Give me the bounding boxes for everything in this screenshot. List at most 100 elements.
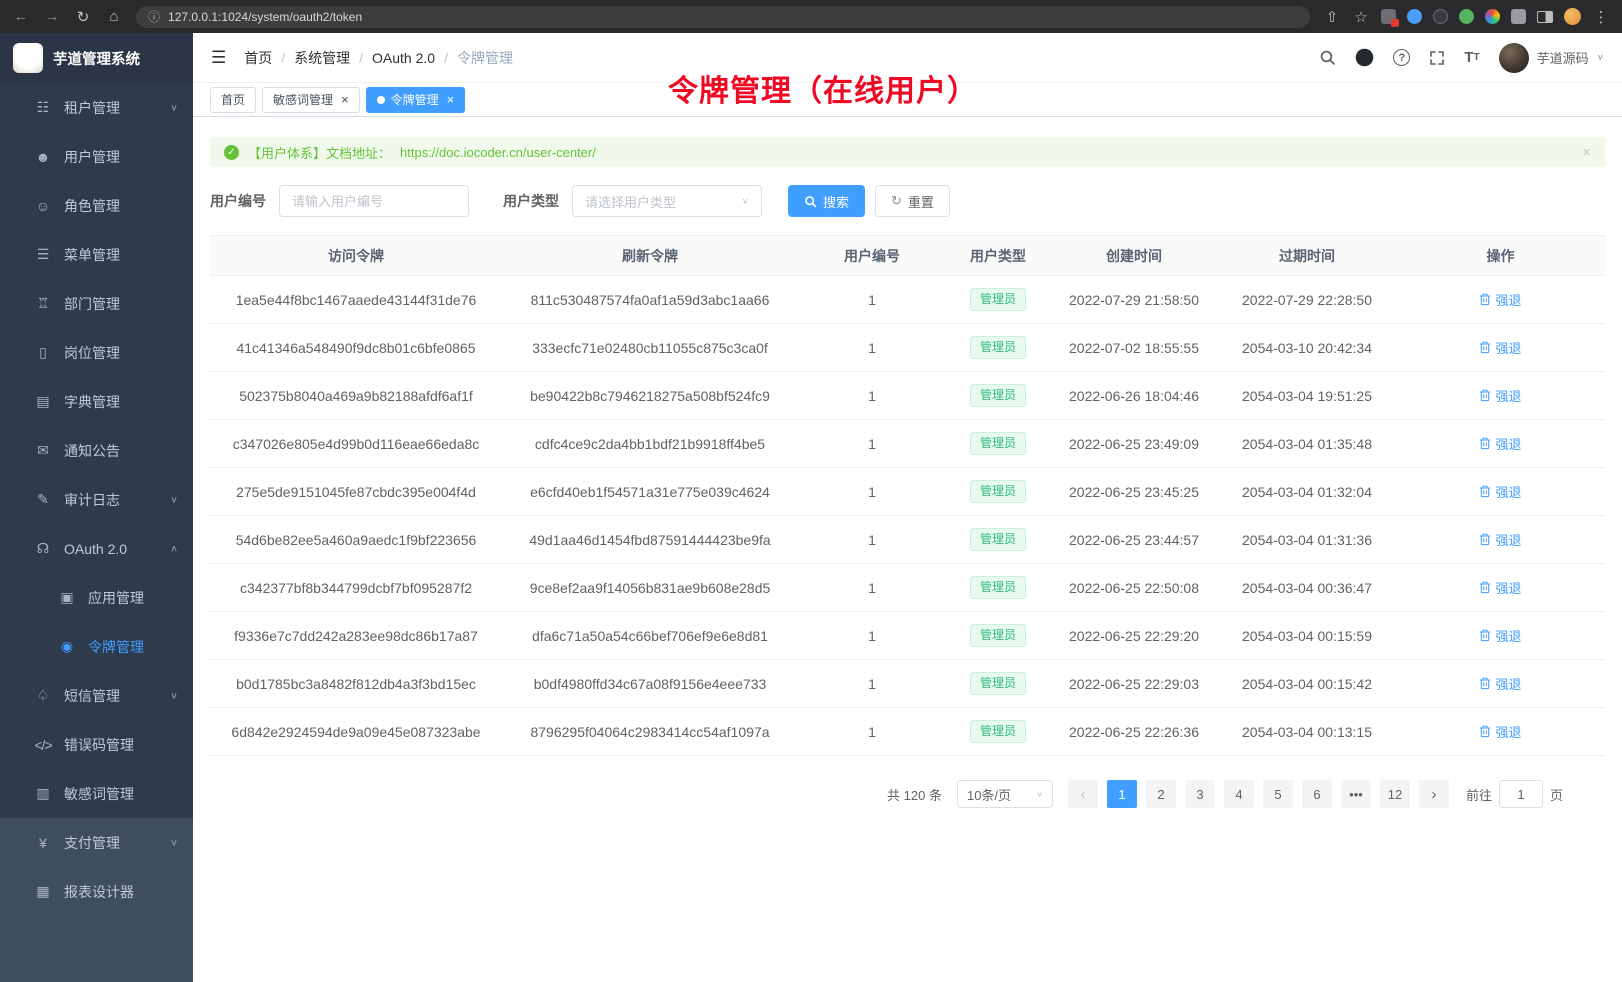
force-logout-button[interactable]: 强退	[1479, 434, 1521, 453]
breadcrumb-item[interactable]: 系统管理	[294, 48, 372, 68]
home-icon[interactable]: ⌂	[105, 8, 123, 25]
sidebar-item-payment[interactable]: ¥ 支付管理 ∨	[0, 818, 193, 867]
tab[interactable]: 敏感词管理 ×	[262, 87, 360, 113]
sidebar-item-oauth[interactable]: ☊ OAuth 2.0 ∧	[0, 524, 193, 573]
force-logout-button[interactable]: 强退	[1479, 482, 1521, 501]
user-id-cell: 1	[798, 420, 946, 468]
split-view-icon[interactable]	[1537, 11, 1553, 23]
breadcrumb-item[interactable]: 首页	[244, 48, 294, 68]
tab-close-icon[interactable]: ×	[447, 93, 455, 106]
page-button[interactable]: 12	[1380, 780, 1410, 808]
sidebar-item-audit-log[interactable]: ✎ 审计日志 ∨	[0, 475, 193, 524]
audit-log-icon: ✎	[34, 491, 52, 508]
extension-pinwheel-icon[interactable]	[1485, 9, 1500, 24]
sidebar-item-user[interactable]: ☻ 用户管理	[0, 132, 193, 181]
search-icon[interactable]	[1319, 49, 1336, 66]
force-logout-button[interactable]: 强退	[1479, 578, 1521, 597]
font-size-icon[interactable]: TT	[1464, 49, 1479, 66]
page-button[interactable]: 3	[1185, 780, 1215, 808]
refresh-icon[interactable]: ↻	[74, 8, 92, 26]
chevron-down-icon: ∨	[170, 837, 178, 848]
role-icon: ☺	[34, 198, 52, 214]
user-type-select[interactable]: 请选择用户类型 ∨	[572, 185, 762, 217]
app-logo[interactable]: 芋道管理系统	[0, 33, 193, 83]
sidebar-item-error-code[interactable]: </> 错误码管理	[0, 720, 193, 769]
page-button[interactable]: 5	[1263, 780, 1293, 808]
breadcrumb-item[interactable]: OAuth 2.0	[372, 50, 457, 66]
total-count: 共 120 条	[887, 785, 942, 804]
tab[interactable]: 令牌管理 ×	[366, 87, 466, 113]
extension-grid-icon[interactable]	[1381, 9, 1396, 24]
extensions-puzzle-icon[interactable]	[1511, 9, 1526, 24]
trash-icon	[1479, 677, 1491, 690]
back-icon[interactable]: ←	[12, 8, 30, 25]
search-button[interactable]: 搜索	[788, 185, 865, 217]
page-button[interactable]: 1	[1107, 780, 1137, 808]
github-icon[interactable]	[1355, 48, 1374, 67]
force-logout-button[interactable]: 强退	[1479, 338, 1521, 357]
sidebar-item-report-designer[interactable]: ▦ 报表设计器	[0, 867, 193, 916]
page-button[interactable]: •••	[1341, 780, 1371, 808]
tabs-bar: 首页 敏感词管理 × 令牌管理 ×	[193, 83, 1622, 117]
sidebar-item-role[interactable]: ☺ 角色管理	[0, 181, 193, 230]
prev-page-button[interactable]: ‹	[1068, 780, 1098, 808]
forward-icon[interactable]: →	[43, 8, 61, 25]
column-header: 刷新令牌	[502, 236, 798, 276]
next-page-button[interactable]: ›	[1419, 780, 1449, 808]
username: 芋道源码	[1537, 48, 1589, 67]
fullscreen-icon[interactable]	[1429, 50, 1445, 66]
bookmark-star-icon[interactable]: ☆	[1352, 8, 1370, 26]
post-badge-icon: ▯	[34, 344, 52, 361]
sidebar-item-sms[interactable]: ♤ 短信管理 ∨	[0, 671, 193, 720]
sidebar-item-menu[interactable]: ☰ 菜单管理	[0, 230, 193, 279]
page-button[interactable]: 6	[1302, 780, 1332, 808]
sidebar-item-tenant[interactable]: ☷ 租户管理 ∨	[0, 83, 193, 132]
tab[interactable]: 首页	[210, 87, 256, 113]
expire-time-cell: 2054-03-04 19:51:25	[1218, 372, 1396, 420]
site-info-icon[interactable]: ⓘ	[148, 8, 160, 25]
user-menu[interactable]: 芋道源码 ∨	[1499, 43, 1604, 73]
browser-profile-avatar[interactable]	[1564, 8, 1581, 25]
force-logout-button[interactable]: 强退	[1479, 674, 1521, 693]
alert-close-icon[interactable]: ×	[1582, 144, 1591, 161]
page-button[interactable]: 4	[1224, 780, 1254, 808]
sidebar-item-oauth-apps[interactable]: ▣ 应用管理	[0, 573, 193, 622]
browser-menu-icon[interactable]: ⋮	[1592, 8, 1610, 26]
page-button[interactable]: 2	[1146, 780, 1176, 808]
page-size-select[interactable]: 10条/页 ∨	[957, 780, 1053, 808]
table-row: 41c41346a548490f9dc8b01c6bfe0865 333ecfc…	[210, 324, 1605, 372]
force-logout-button[interactable]: 强退	[1479, 386, 1521, 405]
goto-page-input[interactable]	[1499, 780, 1543, 808]
force-logout-button[interactable]: 强退	[1479, 626, 1521, 645]
breadcrumb-item[interactable]: 令牌管理	[457, 48, 513, 68]
force-logout-button[interactable]: 强退	[1479, 290, 1521, 309]
extension-dark-icon[interactable]	[1433, 9, 1448, 24]
extension-green-icon[interactable]	[1459, 9, 1474, 24]
force-logout-button[interactable]: 强退	[1479, 722, 1521, 741]
reset-button[interactable]: ↻ 重置	[875, 185, 950, 217]
token-signal-icon: ◉	[58, 638, 76, 655]
help-icon[interactable]: ?	[1393, 49, 1410, 66]
extension-bird-icon[interactable]	[1407, 9, 1422, 24]
sidebar-item-token-management[interactable]: ◉ 令牌管理	[0, 622, 193, 671]
trash-icon	[1479, 533, 1491, 546]
collapse-sidebar-icon[interactable]: ☰	[211, 48, 226, 68]
user-id-input[interactable]	[279, 185, 469, 217]
sidebar-item-department[interactable]: ♖ 部门管理	[0, 279, 193, 328]
sidebar-item-dictionary[interactable]: ▤ 字典管理	[0, 377, 193, 426]
refresh-token-cell: be90422b8c7946218275a508bf524fc9	[502, 372, 798, 420]
address-bar[interactable]: ⓘ 127.0.0.1:1024/system/oauth2/token	[136, 6, 1310, 28]
sidebar-item-notice[interactable]: ✉ 通知公告	[0, 426, 193, 475]
sidebar-item-post[interactable]: ▯ 岗位管理	[0, 328, 193, 377]
access-token-cell: c347026e805e4d99b0d116eae66eda8c	[210, 420, 502, 468]
token-table: 访问令牌 刷新令牌 用户编号 用户类型 创建时间 过期时间 操作 1ea	[210, 235, 1605, 756]
force-logout-button[interactable]: 强退	[1479, 530, 1521, 549]
tab-close-icon[interactable]: ×	[341, 93, 349, 106]
create-time-cell: 2022-06-25 22:26:36	[1050, 708, 1218, 756]
doc-link[interactable]: https://doc.iocoder.cn/user-center/	[400, 145, 596, 160]
share-icon[interactable]: ⇧	[1323, 8, 1341, 26]
sidebar-item-sensitive-words[interactable]: ▥ 敏感词管理	[0, 769, 193, 818]
logo-image	[13, 43, 43, 73]
create-time-cell: 2022-07-29 21:58:50	[1050, 276, 1218, 324]
refresh-token-cell: cdfc4ce9c2da4bb1bdf21b9918ff4be5	[502, 420, 798, 468]
